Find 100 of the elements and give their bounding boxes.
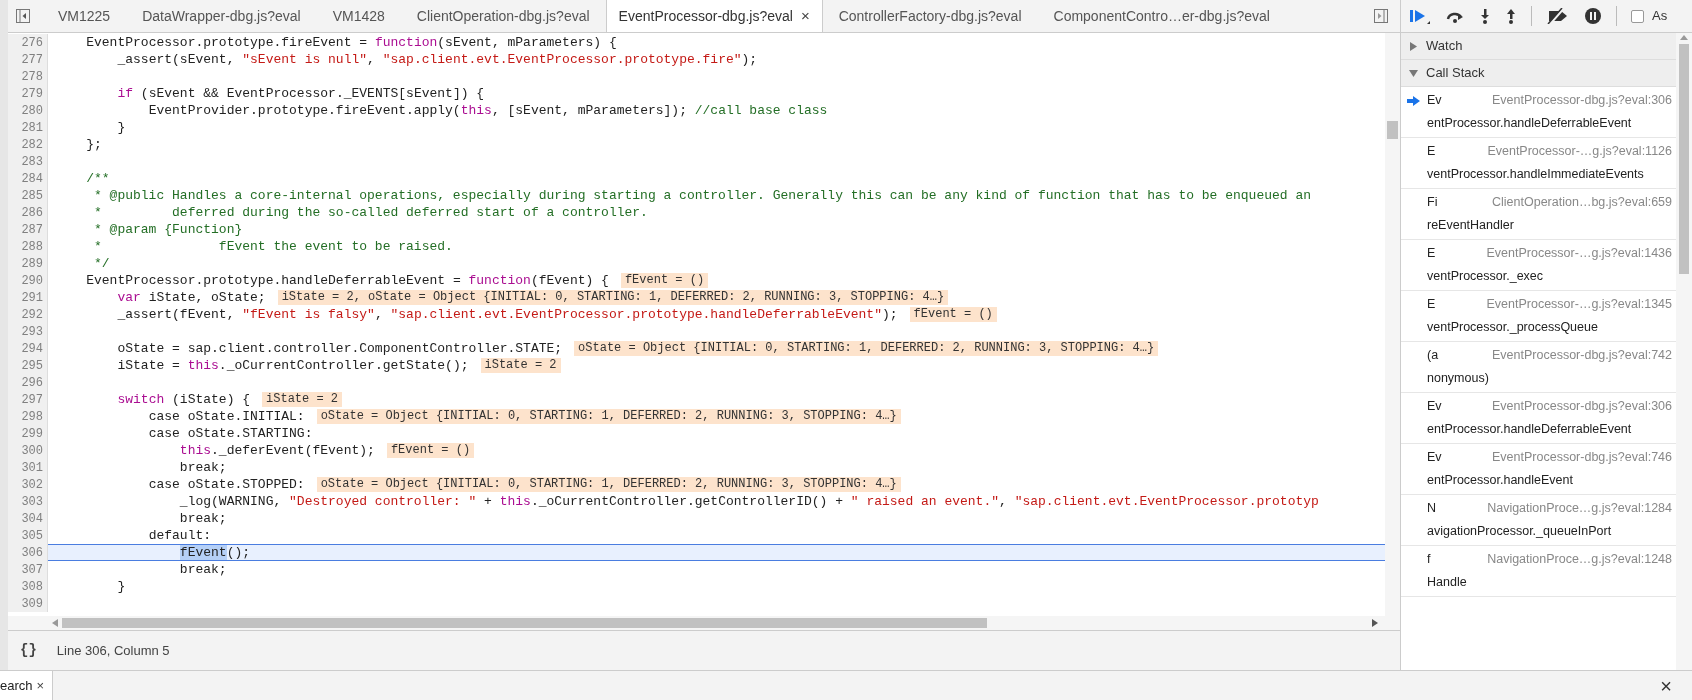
collapsed-triangle-icon bbox=[1409, 41, 1418, 51]
code-line: break; bbox=[178, 510, 227, 527]
frame-location[interactable]: EventProcessor-…g.js?eval:1345 bbox=[1486, 293, 1672, 316]
code-line: _log(WARNING, "Destroyed controller: " + this._oCurrentController.getControllerID() + " raised an event.", "sap.client.evt.EventProcessor.prototyp bbox=[178, 493, 1319, 510]
line-number: 293 bbox=[21, 325, 43, 339]
close-drawer-button[interactable]: × bbox=[1640, 671, 1692, 700]
resume-icon[interactable] bbox=[1409, 7, 1431, 25]
line-number: 288 bbox=[21, 240, 43, 254]
frame-function-name: E bbox=[1427, 296, 1436, 313]
line-number: 309 bbox=[21, 597, 43, 611]
frame-function-name: Fi bbox=[1427, 194, 1438, 211]
line-number: 300 bbox=[21, 444, 43, 458]
scrollbar-thumb[interactable] bbox=[62, 618, 987, 628]
code-line: _assert(fEvent, "fEvent is falsy", "sap.client.evt.EventProcessor.prototype.handleDeferrableEvent"); bbox=[116, 306, 898, 323]
close-tab-button[interactable]: × bbox=[800, 4, 810, 28]
frame-location[interactable]: NavigationProce…g.js?eval:1248 bbox=[1487, 548, 1672, 571]
line-number: 277 bbox=[21, 53, 43, 67]
line-number: 285 bbox=[21, 189, 43, 203]
frame-location[interactable]: EventProcessor-dbg.js?eval:742 bbox=[1492, 344, 1672, 367]
horizontal-scrollbar[interactable] bbox=[8, 616, 1400, 630]
frame-location[interactable]: EventProcessor-…g.js?eval:1436 bbox=[1486, 242, 1672, 265]
watch-section-header[interactable]: Watch bbox=[1401, 33, 1676, 60]
inline-value: iState = 2, oState = Object {INITIAL: 0, STARTING: 1, DEFERRED: 2, RUNNING: 3, STOPPING: 4…} bbox=[277, 290, 949, 305]
frame-function-name: nonymous) bbox=[1427, 370, 1490, 387]
code-line: case oState.STOPPED: bbox=[147, 476, 305, 493]
scroll-right-arrow-icon[interactable] bbox=[1372, 619, 1378, 627]
frame-function-name: entProcessor.handleDeferrableEvent bbox=[1427, 115, 1633, 132]
line-number: 292 bbox=[21, 308, 43, 322]
code-line: */ bbox=[93, 255, 110, 272]
inline-value: iState = 2 bbox=[262, 392, 343, 407]
frame-location[interactable]: EventProcessor-dbg.js?eval:306 bbox=[1492, 395, 1672, 418]
line-number: 281 bbox=[21, 121, 43, 135]
frame-function-name: N bbox=[1427, 500, 1437, 517]
code-line: _assert(sEvent, "sEvent is null", "sap.client.evt.EventProcessor.prototype.fire"); bbox=[116, 51, 758, 68]
drawer-tab[interactable]: earch × bbox=[0, 671, 54, 700]
frame-function-name: reEventHandler bbox=[1427, 217, 1515, 234]
code-line: * @public Handles a core-internal operations, especially during starting a controller. Generally this can be any kind of function that has to be enqueued an bbox=[93, 187, 1311, 204]
step-out-icon[interactable] bbox=[1505, 8, 1517, 24]
inline-value: iState = 2 bbox=[480, 358, 561, 373]
code-line: var iState, oState; bbox=[116, 289, 266, 306]
code-line: EventProcessor.prototype.fireEvent = function(sEvent, mParameters) { bbox=[85, 34, 617, 51]
frame-function-name: E bbox=[1427, 245, 1436, 262]
frame-location[interactable]: EventProcessor-dbg.js?eval:746 bbox=[1492, 446, 1672, 469]
frame-location[interactable]: NavigationProce…g.js?eval:1284 bbox=[1487, 497, 1672, 520]
editor-tab[interactable]: ControllerFactory-dbg.js?eval bbox=[822, 0, 1038, 32]
editor-tab[interactable]: DataWrapper-dbg.js?eval bbox=[126, 0, 317, 32]
frame-function-name: Ev bbox=[1427, 92, 1442, 109]
scrollbar-thumb[interactable] bbox=[1679, 44, 1689, 274]
code-line: iState = this._oCurrentController.getState(); bbox=[116, 357, 469, 374]
inline-value: fEvent = () bbox=[386, 443, 475, 458]
frame-function-name: ventProcessor.handleImmediateEvents bbox=[1427, 166, 1645, 183]
code-line: } bbox=[116, 578, 126, 595]
frame-function-name: ventProcessor._exec bbox=[1427, 268, 1545, 285]
inline-value: oState = Object {INITIAL: 0, STARTING: 1, DEFERRED: 2, RUNNING: 3, STOPPING: 4…} bbox=[316, 409, 901, 424]
call-stack-section-header[interactable]: Call Stack bbox=[1401, 60, 1676, 87]
scroll-up-arrow-icon[interactable] bbox=[1680, 35, 1688, 40]
line-number: 290 bbox=[21, 274, 43, 288]
line-number: 294 bbox=[21, 342, 43, 356]
frame-function-name: Handle bbox=[1427, 574, 1468, 591]
scrollbar-thumb[interactable] bbox=[1387, 121, 1398, 139]
code-line: break; bbox=[178, 561, 227, 578]
line-number: 280 bbox=[21, 104, 43, 118]
close-tab-button[interactable]: × bbox=[36, 675, 45, 696]
step-into-icon[interactable] bbox=[1479, 8, 1491, 24]
async-checkbox[interactable] bbox=[1631, 9, 1644, 23]
code-line: EventProcessor.prototype.handleDeferrableEvent = function(fEvent) { bbox=[85, 272, 609, 289]
scroll-left-arrow-icon[interactable] bbox=[52, 619, 58, 627]
code-line: break; bbox=[178, 459, 227, 476]
code-line: /** bbox=[85, 170, 110, 187]
frame-location[interactable]: ClientOperation…bg.js?eval:659 bbox=[1492, 191, 1672, 214]
frame-function-name: avigationProcessor._queueInPort bbox=[1427, 523, 1613, 540]
editor-tab[interactable]: ComponentContro…er-dbg.js?eval bbox=[1037, 0, 1286, 32]
line-number: 283 bbox=[21, 155, 43, 169]
line-number: 291 bbox=[21, 291, 43, 305]
line-number: 306 bbox=[21, 546, 43, 560]
expanded-triangle-icon bbox=[1409, 68, 1418, 78]
frame-function-name: entProcessor.handleEvent bbox=[1427, 472, 1574, 489]
editor-tab[interactable]: VM1428 bbox=[316, 0, 401, 32]
line-number: 297 bbox=[21, 393, 43, 407]
code-line: if (sEvent && EventProcessor._EVENTS[sEvent]) { bbox=[116, 85, 485, 102]
code-line: }; bbox=[85, 136, 102, 153]
line-number: 276 bbox=[21, 36, 43, 50]
line-number: 302 bbox=[21, 478, 43, 492]
line-number: 289 bbox=[21, 257, 43, 271]
vertical-scrollbar[interactable] bbox=[1385, 33, 1400, 616]
line-number: 279 bbox=[21, 87, 43, 101]
pretty-print-button[interactable]: {} bbox=[20, 640, 37, 661]
code-line: case oState.INITIAL: bbox=[147, 408, 305, 425]
code-line: * deferred during the so-called deferred start of a controller. bbox=[93, 204, 648, 221]
frame-function-name: E bbox=[1427, 143, 1436, 160]
editor-tab[interactable]: ClientOperation-dbg.js?eval bbox=[400, 0, 606, 32]
editor-tab[interactable]: EventProcessor-dbg.js?eval × bbox=[605, 0, 823, 32]
panel-toggle-icon[interactable] bbox=[16, 9, 30, 23]
code-line: * fEvent the event to be raised. bbox=[93, 238, 453, 255]
frame-location[interactable]: EventProcessor-…g.js?eval:1126 bbox=[1487, 140, 1672, 163]
editor-tab[interactable]: VM1225 bbox=[42, 0, 127, 32]
line-number: 304 bbox=[21, 512, 43, 526]
pause-icon[interactable] bbox=[1584, 7, 1602, 25]
frame-location[interactable]: EventProcessor-dbg.js?eval:306 bbox=[1492, 89, 1672, 112]
panel-toggle-icon[interactable] bbox=[1374, 9, 1388, 23]
